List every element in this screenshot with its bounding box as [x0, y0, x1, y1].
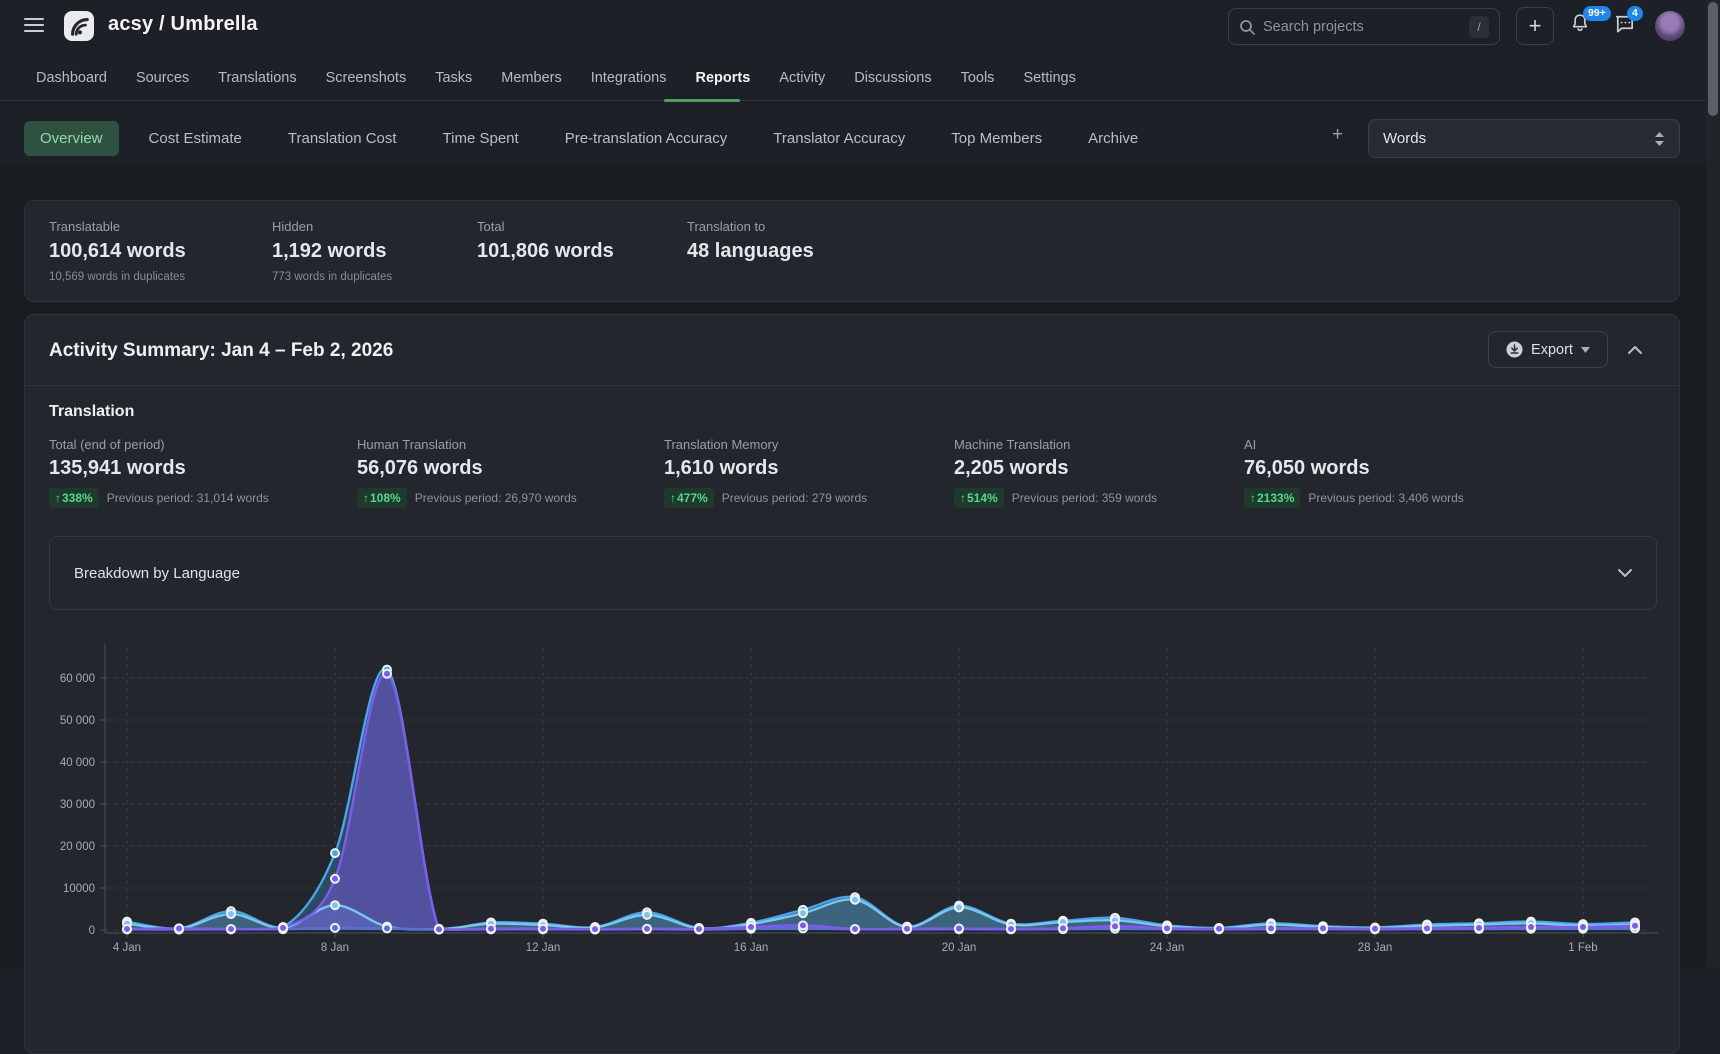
svg-text:30 000: 30 000 [60, 799, 95, 811]
notifications-button[interactable]: 99+ [1569, 12, 1597, 40]
subtab-overview[interactable]: Overview [24, 121, 119, 156]
project-breadcrumb-title[interactable]: acsy / Umbrella [108, 13, 258, 36]
increase-arrow-icon: ↑ [363, 491, 369, 505]
change-badge: ↑477% [664, 488, 714, 508]
metric-total: Total (end of period) 135,941 words ↑338… [49, 437, 269, 508]
subtab-time-spent[interactable]: Time Spent [427, 121, 535, 156]
metric-ai: AI 76,050 words ↑2133% Previous period: … [1244, 437, 1464, 508]
export-button[interactable]: Export [1488, 331, 1608, 368]
change-badge: ↑2133% [1244, 488, 1300, 508]
svg-text:20 Jan: 20 Jan [942, 942, 977, 954]
subtab-archive[interactable]: Archive [1072, 121, 1154, 156]
change-badge: ↑338% [49, 488, 99, 508]
tab-tools[interactable]: Tools [961, 70, 995, 86]
search-icon [1239, 19, 1255, 35]
svg-text:10000: 10000 [63, 883, 95, 895]
tab-integrations[interactable]: Integrations [591, 70, 667, 86]
subtab-translator-accuracy[interactable]: Translator Accuracy [757, 121, 921, 156]
user-avatar[interactable] [1655, 11, 1685, 41]
tab-reports[interactable]: Reports [696, 70, 751, 86]
hamburger-menu-icon[interactable] [24, 18, 44, 34]
tab-translations[interactable]: Translations [218, 70, 296, 86]
chevron-up-icon [1628, 345, 1642, 354]
select-arrows-icon [1654, 131, 1665, 147]
breakdown-by-language-toggle[interactable]: Breakdown by Language [49, 536, 1657, 610]
subtab-cost-estimate[interactable]: Cost Estimate [133, 121, 258, 156]
tab-activity[interactable]: Activity [779, 70, 825, 86]
export-button-label: Export [1531, 342, 1573, 358]
stat-hidden: Hidden 1,192 words 773 words in duplicat… [272, 201, 392, 283]
messages-button[interactable]: 4 [1613, 12, 1641, 40]
activity-chart: 0 10000 20 000 30 000 40 000 50 000 60 000 4 Ja… [0, 638, 1720, 967]
app-logo[interactable] [64, 11, 94, 41]
scrollbar-track [1706, 0, 1720, 967]
unit-select-value: Words [1383, 130, 1654, 147]
tab-discussions[interactable]: Discussions [854, 70, 931, 86]
increase-arrow-icon: ↑ [670, 491, 676, 505]
svg-text:0: 0 [89, 925, 95, 937]
tab-sources[interactable]: Sources [136, 70, 189, 86]
search-shortcut-hint: / [1469, 16, 1489, 38]
report-subtabs: Overview Cost Estimate Translation Cost … [24, 119, 1154, 157]
messages-count-badge: 4 [1627, 6, 1643, 21]
create-project-button[interactable]: + [1516, 7, 1554, 45]
subtab-translation-cost[interactable]: Translation Cost [272, 121, 413, 156]
svg-text:60 000: 60 000 [60, 673, 95, 685]
tab-tasks[interactable]: Tasks [435, 70, 472, 86]
svg-text:40 000: 40 000 [60, 757, 95, 769]
chevron-down-icon [1618, 569, 1632, 578]
notifications-count-badge: 99+ [1583, 6, 1611, 21]
stat-translation-to: Translation to 48 languages [687, 201, 814, 263]
activity-summary-title: Activity Summary: Jan 4 – Feb 2, 2026 [49, 340, 393, 362]
svg-text:20 000: 20 000 [60, 841, 95, 853]
svg-text:28 Jan: 28 Jan [1358, 942, 1393, 954]
tab-screenshots[interactable]: Screenshots [326, 70, 407, 86]
metric-translation-memory: Translation Memory 1,610 words ↑477% Pre… [664, 437, 867, 508]
svg-text:50 000: 50 000 [60, 715, 95, 727]
change-badge: ↑514% [954, 488, 1004, 508]
unit-select-dropdown[interactable]: Words [1368, 119, 1680, 158]
metric-machine-translation: Machine Translation 2,205 words ↑514% Pr… [954, 437, 1157, 508]
add-report-button[interactable]: + [1332, 124, 1343, 146]
svg-text:1 Feb: 1 Feb [1568, 942, 1597, 954]
increase-arrow-icon: ↑ [960, 491, 966, 505]
metric-human-translation: Human Translation 56,076 words ↑108% Pre… [357, 437, 577, 508]
collapse-section-button[interactable] [1621, 337, 1649, 361]
stat-translatable: Translatable 100,614 words 10,569 words … [49, 201, 186, 283]
increase-arrow-icon: ↑ [1250, 491, 1256, 505]
scrollbar-thumb[interactable] [1708, 2, 1718, 116]
translation-section-title: Translation [49, 403, 134, 421]
word-summary-card: Translatable 100,614 words 10,569 words … [24, 200, 1680, 302]
download-icon [1506, 341, 1523, 358]
svg-text:16 Jan: 16 Jan [734, 942, 769, 954]
svg-text:24 Jan: 24 Jan [1150, 942, 1185, 954]
project-nav-tabs: Dashboard Sources Translations Screensho… [36, 55, 1076, 101]
svg-text:8 Jan: 8 Jan [321, 942, 349, 954]
change-badge: ↑108% [357, 488, 407, 508]
tab-settings[interactable]: Settings [1023, 70, 1075, 86]
svg-text:4 Jan: 4 Jan [113, 942, 141, 954]
subtab-top-members[interactable]: Top Members [935, 121, 1058, 156]
subtab-pretranslation-accuracy[interactable]: Pre-translation Accuracy [549, 121, 744, 156]
search-projects-box[interactable]: / [1228, 8, 1500, 45]
tab-members[interactable]: Members [501, 70, 561, 86]
activity-area-chart: 0 10000 20 000 30 000 40 000 50 000 60 000 4 Ja… [0, 638, 1720, 967]
top-bar: acsy / Umbrella / + 99+ 4 [0, 0, 1720, 52]
tab-dashboard[interactable]: Dashboard [36, 70, 107, 86]
stat-total: Total 101,806 words [477, 201, 614, 263]
search-input[interactable] [1263, 19, 1469, 35]
caret-down-icon [1581, 347, 1590, 353]
increase-arrow-icon: ↑ [55, 491, 61, 505]
svg-text:12 Jan: 12 Jan [526, 942, 561, 954]
logo-bird-icon [68, 15, 90, 37]
card-divider [25, 385, 1679, 386]
